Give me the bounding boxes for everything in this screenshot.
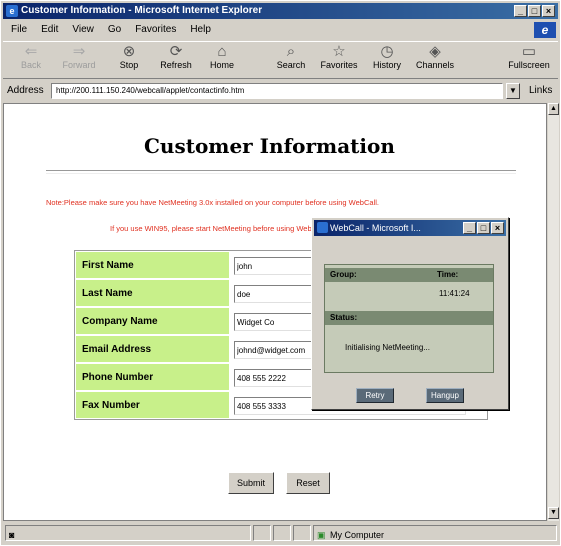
group-label: Group:	[330, 270, 357, 279]
scroll-up-button[interactable]: ▲	[548, 103, 559, 115]
title-bar: e Customer Information - Microsoft Inter…	[3, 3, 558, 19]
popup-maximize-button[interactable]: □	[477, 222, 490, 234]
netmeeting-note: Note:Please make sure you have NetMeetin…	[46, 198, 379, 207]
home-button[interactable]: ⌂ Home	[200, 44, 244, 78]
zone-label: My Computer	[330, 530, 385, 540]
hangup-button[interactable]: Hangup	[426, 388, 464, 403]
page-icon: ◙	[9, 530, 15, 540]
address-dropdown-button[interactable]: ▼	[506, 83, 520, 99]
refresh-button[interactable]: ⟳ Refresh	[154, 44, 198, 78]
group-time-header: Group: Time:	[325, 268, 493, 282]
search-icon: ⌕	[286, 43, 296, 60]
menu-go[interactable]: Go	[108, 21, 121, 39]
history-icon: ◷	[380, 43, 394, 60]
menu-bar: File Edit View Go Favorites Help	[3, 21, 558, 39]
address-label: Address	[7, 85, 44, 96]
status-cell	[253, 525, 271, 541]
chevron-down-icon: ▼	[509, 86, 517, 95]
menu-favorites[interactable]: Favorites	[135, 21, 176, 39]
status-header: Status:	[325, 311, 493, 325]
webcall-status-panel: Group: Time: 11:41:24 Status: Initialisi…	[324, 264, 494, 373]
phone-number-label: Phone Number	[75, 363, 230, 391]
first-name-label: First Name	[75, 251, 230, 279]
last-name-label: Last Name	[75, 279, 230, 307]
address-input[interactable]: http://200.111.150.240/webcall/applet/co…	[51, 83, 503, 99]
time-label: Time:	[437, 270, 459, 279]
chevron-down-icon: ▼	[550, 509, 557, 516]
toolbar: ⇐ Back ⇒ Forward ⊗ Stop ⟳ Refresh ⌂ Home ⌕ Sea…	[3, 41, 558, 79]
status-value: Initialising NetMeeting...	[345, 343, 430, 352]
close-button[interactable]: ×	[542, 5, 555, 17]
menu-edit[interactable]: Edit	[41, 21, 58, 39]
status-label: Status:	[330, 313, 358, 322]
status-cell	[293, 525, 311, 541]
channels-button[interactable]: ◈ Channels	[413, 44, 457, 78]
popup-title: WebCall - Microsoft I...	[330, 223, 421, 233]
popup-close-button[interactable]: ×	[491, 222, 504, 234]
home-icon: ⌂	[217, 43, 227, 60]
win95-note: If you use WIN95, please start NetMeetin…	[110, 224, 327, 233]
links-button[interactable]: Links	[529, 81, 552, 101]
minimize-button[interactable]: _	[514, 5, 527, 17]
vertical-scrollbar[interactable]: ▲ ▼	[547, 103, 559, 521]
menu-help[interactable]: Help	[190, 21, 211, 39]
page-content: Customer Information Note:Please make su…	[3, 103, 547, 521]
scroll-down-button[interactable]: ▼	[548, 507, 559, 519]
divider	[46, 170, 516, 174]
channels-icon: ◈	[429, 43, 441, 60]
ie-logo-icon: e	[534, 22, 556, 38]
favorites-icon: ☆	[332, 43, 346, 60]
ie-window-icon: e	[6, 5, 18, 17]
status-bar: ◙ ▣ My Computer	[3, 523, 558, 543]
computer-icon: ▣	[317, 530, 326, 540]
time-value: 11:41:24	[439, 289, 470, 298]
fullscreen-icon: ▭	[521, 43, 537, 60]
status-cell	[273, 525, 291, 541]
stop-button[interactable]: ⊗ Stop	[107, 44, 151, 78]
page-title: Customer Information	[144, 134, 395, 158]
reset-button[interactable]: Reset	[286, 472, 330, 494]
ie-window-icon	[317, 222, 328, 233]
chevron-up-icon: ▲	[550, 105, 557, 112]
submit-button[interactable]: Submit	[228, 472, 274, 494]
popup-minimize-button[interactable]: _	[463, 222, 476, 234]
fullscreen-button[interactable]: ▭ Fullscreen	[507, 44, 551, 78]
back-button[interactable]: ⇐ Back	[9, 44, 53, 78]
fax-number-label: Fax Number	[75, 391, 230, 419]
status-text-cell: ◙	[5, 525, 251, 541]
zone-cell: ▣ My Computer	[313, 525, 557, 541]
retry-button[interactable]: Retry	[356, 388, 394, 403]
maximize-button[interactable]: □	[528, 5, 541, 17]
favorites-button[interactable]: ☆ Favorites	[317, 44, 361, 78]
window-title: Customer Information - Microsoft Interne…	[21, 5, 263, 16]
history-button[interactable]: ◷ History	[365, 44, 409, 78]
address-bar: Address http://200.111.150.240/webcall/a…	[3, 81, 558, 101]
forward-arrow-icon: ⇒	[72, 43, 86, 60]
refresh-icon: ⟳	[169, 43, 183, 60]
back-arrow-icon: ⇐	[24, 43, 38, 60]
popup-title-bar: WebCall - Microsoft I... _ □ ×	[314, 220, 506, 236]
menu-view[interactable]: View	[72, 21, 94, 39]
search-button[interactable]: ⌕ Search	[269, 44, 313, 78]
stop-icon: ⊗	[122, 43, 136, 60]
menu-file[interactable]: File	[11, 21, 27, 39]
email-address-label: Email Address	[75, 335, 230, 363]
webcall-popup-window: WebCall - Microsoft I... _ □ × Group: Ti…	[311, 217, 509, 410]
company-name-label: Company Name	[75, 307, 230, 335]
browser-window: e Customer Information - Microsoft Inter…	[0, 0, 561, 546]
forward-button[interactable]: ⇒ Forward	[57, 44, 101, 78]
